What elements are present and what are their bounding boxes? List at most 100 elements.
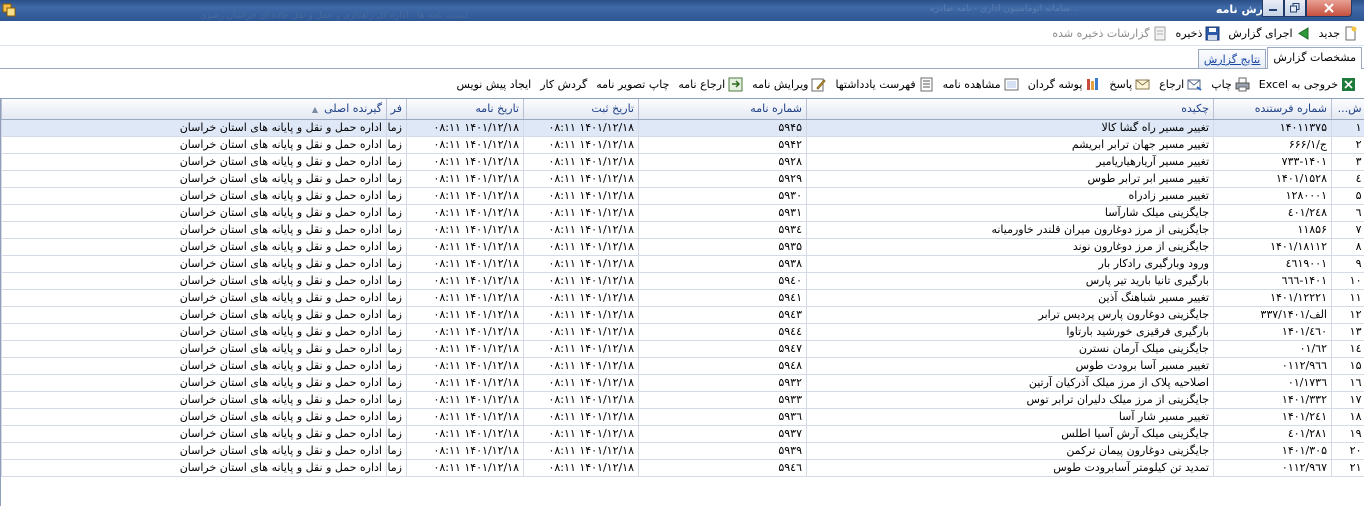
sender-number-cell[interactable]: ۶۶۶/۱/ج xyxy=(1213,136,1332,154)
table-row[interactable]: ۱۳ ۱۴۰۱/٤٦۰ بارگیری فرقیزی خورشید بارتاوا ۵… xyxy=(1,323,1364,341)
letter-number-cell[interactable]: ۵۹۳۱ xyxy=(638,204,807,222)
row-number-cell[interactable]: ۱۸ xyxy=(1331,408,1364,426)
letter-date-cell[interactable]: ۰۸:۱۱ ۱۴۰۱/۱۲/۱۸ xyxy=(406,238,524,256)
registration-date-cell[interactable]: ۰۸:۱۱ ۱۴۰۱/۱۲/۱۸ xyxy=(523,221,639,239)
letter-date-cell[interactable]: ۰۸:۱۱ ۱۴۰۱/۱۲/۱۸ xyxy=(406,221,524,239)
letter-date-cell[interactable]: ۰۸:۱۱ ۱۴۰۱/۱۲/۱۸ xyxy=(406,425,524,443)
from-cell[interactable]: زما xyxy=(386,272,407,290)
sender-number-cell[interactable]: ۱۲۸۰۰۰۱ xyxy=(1213,187,1332,205)
letter-date-cell[interactable]: ۰۸:۱۱ ۱۴۰۱/۱۲/۱۸ xyxy=(406,374,524,392)
summary-cell[interactable]: جایگزینی دوغارون پیمان ترکمن xyxy=(806,442,1214,460)
table-row[interactable]: ۱۷ ۱۴۰۱/۳۳۲ جایگزینی از مرز میلک دلیران تر… xyxy=(1,391,1364,409)
row-number-cell[interactable]: ۸ xyxy=(1331,238,1364,256)
from-cell[interactable]: زما xyxy=(386,408,407,426)
summary-cell[interactable]: جایگزینی از مرز میلک دلیران ترابر توس xyxy=(806,391,1214,409)
letter-date-cell[interactable]: ۰۸:۱۱ ۱۴۰۱/۱۲/۱۸ xyxy=(406,391,524,409)
table-row[interactable]: ۵ ۱۲۸۰۰۰۱ تغییر مسیر زادراه ۵۹۳۰ ۰۸:۱۱ ۱۴۰۱/… xyxy=(1,187,1364,205)
print-image-button[interactable]: چاپ تصویر نامه xyxy=(596,78,669,91)
main-receiver-cell[interactable]: اداره حمل و نقل و پایانه های استان خراسا… xyxy=(1,238,387,256)
letter-number-cell[interactable]: ۵۹۳٤ xyxy=(638,221,807,239)
sender-number-cell[interactable]: ۱۴۰۱۱۳۷۵ xyxy=(1213,119,1332,137)
col-sender-number[interactable]: شماره فرستنده xyxy=(1213,99,1332,120)
summary-cell[interactable]: تغییر مسیر آسا برودت طوس xyxy=(806,357,1214,375)
col-summary[interactable]: چکیده xyxy=(806,99,1214,120)
table-row[interactable]: ١٦ ۰۱/۱۷۳٦ اصلاحیه پلاک از مرز میلک آذرکیا… xyxy=(1,374,1364,392)
col-letter-date[interactable]: تاریخ نامه xyxy=(406,99,524,120)
row-number-cell[interactable]: ۵ xyxy=(1331,187,1364,205)
letter-number-cell[interactable]: ۵۹۴۵ xyxy=(638,119,807,137)
row-number-cell[interactable]: ١٤ xyxy=(1331,340,1364,358)
letter-number-cell[interactable]: ۵۹۲۹ xyxy=(638,170,807,188)
registration-date-cell[interactable]: ۰۸:۱۱ ۱۴۰۱/۱۲/۱۸ xyxy=(523,170,639,188)
table-row[interactable]: ۱۲ ۳۳۷/الف/۱۴۰۱ جایگزینی دوغارون پارس پردی… xyxy=(1,306,1364,324)
summary-cell[interactable]: تغییر مسیر ابر ترابر طوس xyxy=(806,170,1214,188)
registration-date-cell[interactable]: ۰۸:۱۱ ۱۴۰۱/۱۲/۱۸ xyxy=(523,391,639,409)
main-receiver-cell[interactable]: اداره حمل و نقل و پایانه های استان خراسا… xyxy=(1,425,387,443)
create-draft-button[interactable]: ایجاد پیش نویس xyxy=(457,78,532,91)
summary-cell[interactable]: ورود وبارگیری رادکار بار xyxy=(806,255,1214,273)
summary-cell[interactable]: جایگزینی از مرز دوغارون نوند xyxy=(806,238,1214,256)
row-number-cell[interactable]: ۱ xyxy=(1331,119,1364,137)
sender-number-cell[interactable]: ۳۳۷/الف/۱۴۰۱ xyxy=(1213,306,1332,324)
letter-date-cell[interactable]: ۰۸:۱۱ ۱۴۰۱/۱۲/۱۸ xyxy=(406,340,524,358)
from-cell[interactable]: زما xyxy=(386,255,407,273)
letter-number-cell[interactable]: ۵۹۳۸ xyxy=(638,255,807,273)
col-registration-date[interactable]: تاریخ ثبت xyxy=(523,99,639,120)
sender-number-cell[interactable]: ۰۱/۱۷۳٦ xyxy=(1213,374,1332,392)
from-cell[interactable]: زما xyxy=(386,340,407,358)
letter-date-cell[interactable]: ۰۸:۱۱ ۱۴۰۱/۱۲/۱۸ xyxy=(406,357,524,375)
main-receiver-cell[interactable]: اداره حمل و نقل و پایانه های استان خراسا… xyxy=(1,340,387,358)
export-excel-button[interactable]: خروجی به Excel xyxy=(1259,77,1356,92)
main-receiver-cell[interactable]: اداره حمل و نقل و پایانه های استان خراسا… xyxy=(1,323,387,341)
letter-date-cell[interactable]: ۰۸:۱۱ ۱۴۰۱/۱۲/۱۸ xyxy=(406,306,524,324)
row-number-cell[interactable]: ١٦ xyxy=(1331,374,1364,392)
row-number-cell[interactable]: ۱۳ xyxy=(1331,323,1364,341)
sender-number-cell[interactable]: ۱۱۸۵۶ xyxy=(1213,221,1332,239)
sender-number-cell[interactable]: ۱۴۰۱/۳۰۵ xyxy=(1213,442,1332,460)
table-row[interactable]: ۱۰ ٦٦٦-۱۴۰۱ بارگیری تانیا بارید تیر پارس ۵۹… xyxy=(1,272,1364,290)
registration-date-cell[interactable]: ۰۸:۱۱ ۱۴۰۱/۱۲/۱۸ xyxy=(523,340,639,358)
main-receiver-cell[interactable]: اداره حمل و نقل و پایانه های استان خراسا… xyxy=(1,153,387,171)
sender-number-cell[interactable]: ۷۳۳-۱۴۰۱ xyxy=(1213,153,1332,171)
summary-cell[interactable]: اصلاحیه پلاک از مرز میلک آذرکیان آرتین xyxy=(806,374,1214,392)
summary-cell[interactable]: تغییر مسیر زادراه xyxy=(806,187,1214,205)
summary-cell[interactable]: تغییر مسیر راه گشا کالا xyxy=(806,119,1214,137)
registration-date-cell[interactable]: ۰۸:۱۱ ۱۴۰۱/۱۲/۱۸ xyxy=(523,204,639,222)
letter-date-cell[interactable]: ۰۸:۱۱ ۱۴۰۱/۱۲/۱۸ xyxy=(406,459,524,477)
minimize-button[interactable] xyxy=(1262,0,1284,17)
registration-date-cell[interactable]: ۰۸:۱۱ ۱۴۰۱/۱۲/۱۸ xyxy=(523,323,639,341)
summary-cell[interactable]: جایگزینی دوغارون پارس پردیس ترابر xyxy=(806,306,1214,324)
from-cell[interactable]: زما xyxy=(386,357,407,375)
from-cell[interactable]: زما xyxy=(386,221,407,239)
row-number-cell[interactable]: ۱۷ xyxy=(1331,391,1364,409)
table-row[interactable]: ۱۹ ٤۰۱/۲۸۱ جایگزینی میلک آرش آسیا اطلس ۵۹۳۷… xyxy=(1,425,1364,443)
registration-date-cell[interactable]: ۰۸:۱۱ ۱۴۰۱/۱۲/۱۸ xyxy=(523,255,639,273)
results-grid[interactable]: ش... شماره فرستنده چکیده شماره نامه تاری… xyxy=(0,98,1364,506)
letter-number-cell[interactable]: ۵۹۴۲ xyxy=(638,136,807,154)
letter-number-cell[interactable]: ۵۹٤۸ xyxy=(638,357,807,375)
table-row[interactable]: ۳ ۷۳۳-۱۴۰۱ تغییر مسیر آریارهیاریامیر ۵۹۲۸ ۰۸… xyxy=(1,153,1364,171)
summary-cell[interactable]: جایگزینی میلک آرش آسیا اطلس xyxy=(806,425,1214,443)
from-cell[interactable]: زما xyxy=(386,374,407,392)
letter-number-cell[interactable]: ۵۹٤٦ xyxy=(638,459,807,477)
table-row[interactable]: ۹ ٤٦۱۹۰۰۱ ورود وبارگیری رادکار بار ۵۹۳۸ ۰۸:۱… xyxy=(1,255,1364,273)
notes-list-button[interactable]: فهرست یادداشتها xyxy=(835,77,933,92)
maximize-button[interactable] xyxy=(1284,0,1306,17)
sender-number-cell[interactable]: ٦٦٦-۱۴۰۱ xyxy=(1213,272,1332,290)
registration-date-cell[interactable]: ۰۸:۱۱ ۱۴۰۱/۱۲/۱۸ xyxy=(523,119,639,137)
summary-cell[interactable]: جایگزینی از مرز دوغارون میران قلندر خاور… xyxy=(806,221,1214,239)
summary-cell[interactable]: جایگزینی میلک آرمان نسترن xyxy=(806,340,1214,358)
sender-number-cell[interactable]: ۱۴۰۱/۱۸۱۱۲ xyxy=(1213,238,1332,256)
main-receiver-cell[interactable]: اداره حمل و نقل و پایانه های استان خراسا… xyxy=(1,442,387,460)
summary-cell[interactable]: تغییر مسیر آریارهیاریامیر xyxy=(806,153,1214,171)
summary-cell[interactable]: بارگیری تانیا بارید تیر پارس xyxy=(806,272,1214,290)
letter-number-cell[interactable]: ۵۹۲۸ xyxy=(638,153,807,171)
view-letter-button[interactable]: مشاهده نامه xyxy=(943,77,1019,92)
from-cell[interactable]: زما xyxy=(386,306,407,324)
row-number-cell[interactable]: ۲۱ xyxy=(1331,459,1364,477)
letter-date-cell[interactable]: ۰۸:۱۱ ۱۴۰۱/۱۲/۱۸ xyxy=(406,289,524,307)
row-number-cell[interactable]: ۱۲ xyxy=(1331,306,1364,324)
main-receiver-cell[interactable]: اداره حمل و نقل و پایانه های استان خراسا… xyxy=(1,221,387,239)
row-number-cell[interactable]: ٤ xyxy=(1331,170,1364,188)
sender-number-cell[interactable]: ٤۰۱/۲٤۸ xyxy=(1213,204,1332,222)
